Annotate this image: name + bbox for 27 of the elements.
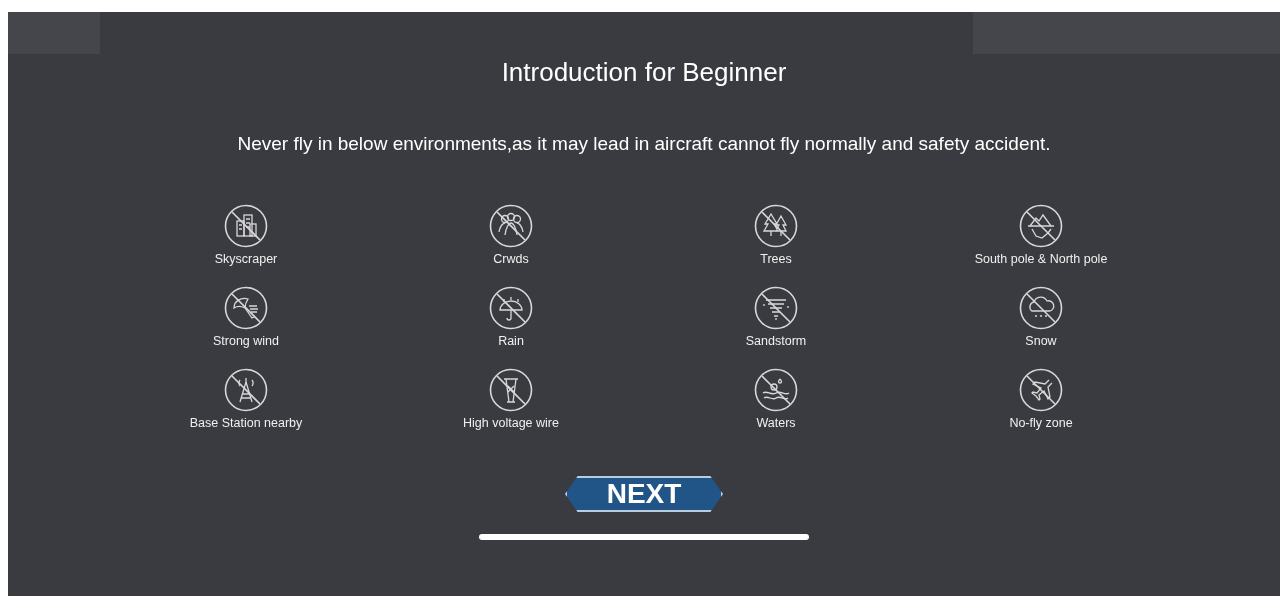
no-pylon-icon [489,368,533,412]
environment-label: No-fly zone [1009,415,1073,431]
environment-label: Waters [756,415,796,431]
environment-label: Snow [1025,333,1057,349]
no-waves-icon [754,368,798,412]
warning-text: Never fly in below environments,as it may lead in aircraft cannot fly normally and safety accident. [237,132,1051,156]
page-title: Introduction for Beginner [501,56,787,88]
no-buildings-icon [224,204,268,248]
no-umbrella-wind-icon [224,286,268,330]
environment-label: Trees [760,251,792,267]
environment-label: Rain [498,333,524,349]
no-airplane-icon [1019,368,1063,412]
environment-label: Base Station nearby [189,415,303,431]
no-mountain-icon [1019,204,1063,248]
environment-label: Sandstorm [745,333,807,349]
no-trees-icon [754,204,798,248]
no-people-icon [489,204,533,248]
environment-label: Crwds [493,251,529,267]
no-umbrella-rain-icon [489,286,533,330]
environment-label: South pole & North pole [974,251,1108,267]
environment-label: Skyscraper [214,251,278,267]
environment-label: High voltage wire [463,415,559,431]
no-tornado-icon [754,286,798,330]
next-button[interactable]: NEXT [565,476,723,512]
no-cloud-snow-icon [1019,286,1063,330]
no-antenna-tower-icon [224,368,268,412]
environment-label: Strong wind [213,333,279,349]
